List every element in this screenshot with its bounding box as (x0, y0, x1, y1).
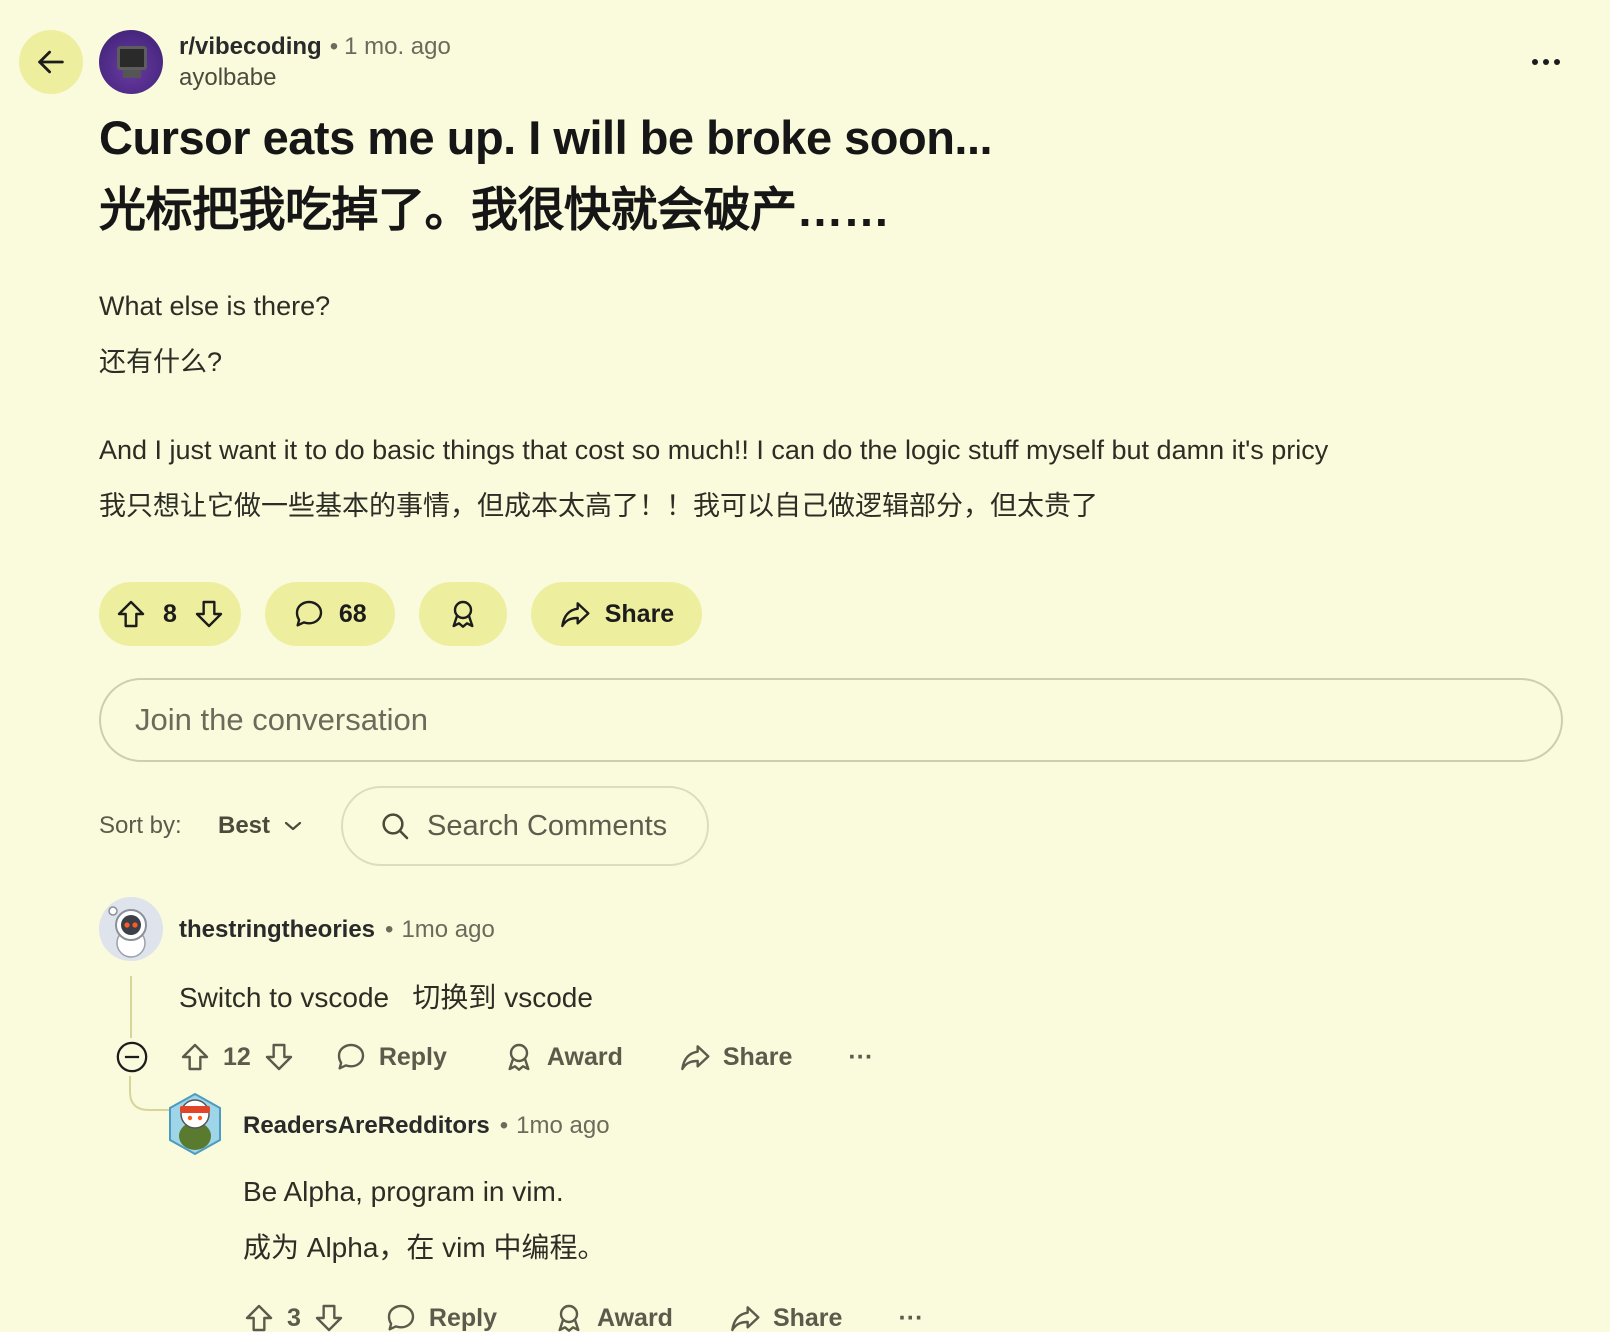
snoo-avatar-icon (169, 1092, 221, 1156)
search-icon (382, 813, 409, 840)
avatar[interactable] (99, 897, 163, 961)
post-body-line: What else is there? (99, 291, 331, 321)
post-title-zh: 光标把我吃掉了。我很快就会破产…… (99, 183, 890, 236)
award-label: Award (546, 1042, 623, 1071)
upvote-arrow-icon[interactable] (243, 1302, 275, 1332)
post-vote-count: 8 (163, 599, 177, 628)
comment-composer[interactable]: Join the conversation (99, 678, 1563, 762)
post-actions: 8 68 Share (99, 582, 703, 646)
comment-vote-count: 12 (223, 1042, 251, 1071)
share-button[interactable]: Share (679, 1041, 792, 1073)
meta-separator: • (385, 916, 394, 943)
post-body-line: And I just want it to do basic things th… (99, 435, 1329, 465)
post-time: 1 mo. ago (344, 33, 451, 60)
comment-vote-count: 3 (287, 1303, 301, 1332)
award-button[interactable] (418, 582, 507, 646)
comment-username[interactable]: ReadersAreRedditors • 1mo ago (243, 1112, 610, 1140)
award-ribbon-icon (452, 600, 474, 628)
sort-label: Sort by: (99, 812, 182, 839)
share-arrow-icon (680, 1045, 710, 1071)
reply-label: Reply (378, 1042, 447, 1071)
post-title-en: Cursor eats me up. I will be broke soon.… (99, 111, 993, 164)
speech-bubble-icon (337, 1043, 365, 1070)
speech-bubble-icon (295, 600, 323, 627)
downvote-arrow-icon[interactable] (263, 1041, 295, 1073)
comment-actions: 3 Reply Award Share ··· (243, 1302, 923, 1332)
post-meta: r/vibecoding • 1 mo. ago (179, 32, 451, 62)
comment-time: 1mo ago (516, 1112, 610, 1139)
speech-bubble-icon (387, 1304, 415, 1331)
sort-value: Best (218, 812, 271, 839)
composer-placeholder: Join the conversation (135, 702, 428, 737)
upvote-arrow-icon[interactable] (179, 1041, 211, 1073)
search-comments-input[interactable]: Search Comments (341, 786, 709, 866)
award-ribbon-icon (558, 1304, 580, 1332)
downvote-arrow-icon[interactable] (193, 598, 225, 630)
comment-body: Be Alpha, program in vim. 成为 Alpha，在 vim… (243, 1164, 606, 1276)
comment-body-zh: 成为 Alpha，在 vim 中编程。 (243, 1232, 606, 1263)
collapse-minus-icon[interactable] (115, 1040, 149, 1074)
downvote-arrow-icon[interactable] (313, 1302, 345, 1332)
comments-button[interactable]: 68 (264, 582, 395, 646)
comment-body: Switch to vscode 切换到 vscode (179, 982, 593, 1013)
more-options-button[interactable]: ··· (898, 1304, 923, 1332)
award-button[interactable]: Award (553, 1302, 673, 1332)
thread-connector (129, 1076, 169, 1111)
subreddit-name[interactable]: r/vibecoding (179, 33, 322, 60)
avatar[interactable] (166, 1090, 224, 1158)
comment-vote: 12 (179, 1041, 295, 1073)
share-arrow-icon (731, 1306, 760, 1332)
more-options-button[interactable]: ··· (848, 1043, 873, 1072)
comment-time: 1mo ago (401, 916, 495, 943)
reply-button[interactable]: Reply (335, 1041, 447, 1073)
post-body-line: 还有什么? (99, 347, 223, 377)
share-button[interactable]: Share (530, 582, 703, 646)
share-label: Share (772, 1303, 843, 1332)
sort-dropdown[interactable]: Best (218, 812, 302, 840)
comment-author[interactable]: thestringtheories (179, 916, 375, 943)
reply-button[interactable]: Reply (385, 1302, 497, 1332)
post-page: r/vibecoding • 1 mo. ago ayolbabe Cursor e… (0, 0, 1610, 1332)
share-button[interactable]: Share (729, 1302, 842, 1332)
comment-username[interactable]: thestringtheories • 1mo ago (179, 916, 495, 944)
meta-separator: • (499, 1112, 509, 1139)
share-arrow-icon (560, 602, 590, 628)
post-title: Cursor eats me up. I will be broke soon.… (99, 102, 1559, 246)
ellipsis-icon: ··· (898, 1303, 924, 1332)
award-button[interactable]: Award (503, 1041, 623, 1073)
post-author[interactable]: ayolbabe (179, 64, 276, 92)
post-body-line: 我只想让它做一些基本的事情，但成本太高了！！我可以自己做逻辑部分，但太贵了 (99, 491, 1098, 521)
award-label: Award (597, 1303, 673, 1332)
comment-vote: 3 (243, 1302, 345, 1332)
share-label: Share (722, 1042, 793, 1071)
meta-separator: • (329, 33, 339, 60)
reply-label: Reply (428, 1303, 497, 1332)
ellipsis-icon: ··· (848, 1042, 874, 1071)
comment-count: 68 (338, 599, 367, 628)
comment-body-en: Be Alpha, program in vim. (243, 1176, 564, 1207)
award-ribbon-icon (508, 1043, 530, 1071)
more-options-button[interactable] (1524, 44, 1568, 80)
arrow-left-icon (38, 50, 64, 74)
post-body: What else is there? 还有什么? And I just wan… (99, 278, 1579, 534)
comment-author[interactable]: ReadersAreRedditors (243, 1112, 490, 1139)
chevron-down-icon (284, 821, 302, 831)
comment-actions: 12 Reply Award Share ··· (115, 1040, 873, 1074)
search-placeholder: Search Comments (427, 809, 668, 842)
share-label: Share (604, 599, 675, 628)
subreddit-avatar[interactable] (99, 30, 163, 94)
vote-pill: 8 (99, 582, 241, 646)
thread-line[interactable] (130, 976, 132, 1038)
upvote-arrow-icon[interactable] (115, 598, 147, 630)
back-button[interactable] (19, 30, 83, 94)
ellipsis-icon (1532, 59, 1560, 65)
snoo-avatar-icon (99, 897, 163, 961)
